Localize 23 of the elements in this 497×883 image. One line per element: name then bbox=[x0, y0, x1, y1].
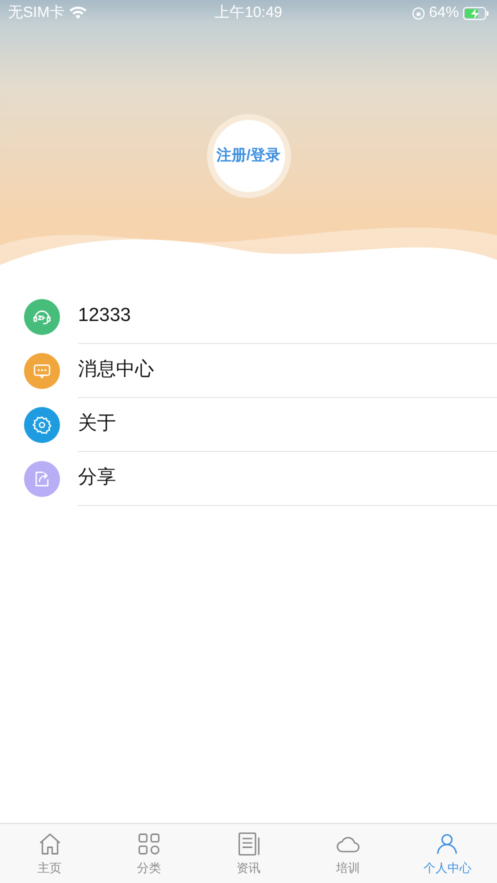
tab-item[interactable]: 培训 bbox=[298, 824, 398, 883]
menu-label: 关于 bbox=[78, 412, 116, 436]
menu-item[interactable]: 12333 bbox=[0, 290, 497, 344]
menu-label: 分享 bbox=[78, 466, 116, 490]
login-button[interactable]: 注册/登录 bbox=[206, 114, 290, 198]
menu-label: 12333 bbox=[78, 304, 131, 328]
tab-item[interactable]: 资讯 bbox=[198, 824, 298, 883]
tab-item[interactable]: 主页 bbox=[0, 824, 100, 883]
menu-label: 消息中心 bbox=[78, 358, 154, 382]
battery-charging-icon bbox=[462, 6, 489, 20]
battery-percent-text: 64% bbox=[428, 2, 459, 23]
settings-icon bbox=[32, 415, 52, 435]
document-icon bbox=[236, 830, 262, 856]
clock-text: 上午10:49 bbox=[214, 2, 282, 23]
wifi-icon bbox=[68, 6, 87, 20]
rotation-lock-icon bbox=[412, 6, 425, 20]
grid-icon bbox=[136, 830, 162, 856]
menu-item[interactable]: 关于 bbox=[0, 398, 497, 452]
carrier-text: 无SIM卡 bbox=[8, 2, 65, 23]
tab-item[interactable]: 个人中心 bbox=[398, 824, 497, 883]
tab-item[interactable]: 分类 bbox=[99, 824, 199, 883]
menu-item[interactable]: 分享 bbox=[0, 452, 497, 506]
menu-item[interactable]: 消息中心 bbox=[0, 344, 497, 398]
